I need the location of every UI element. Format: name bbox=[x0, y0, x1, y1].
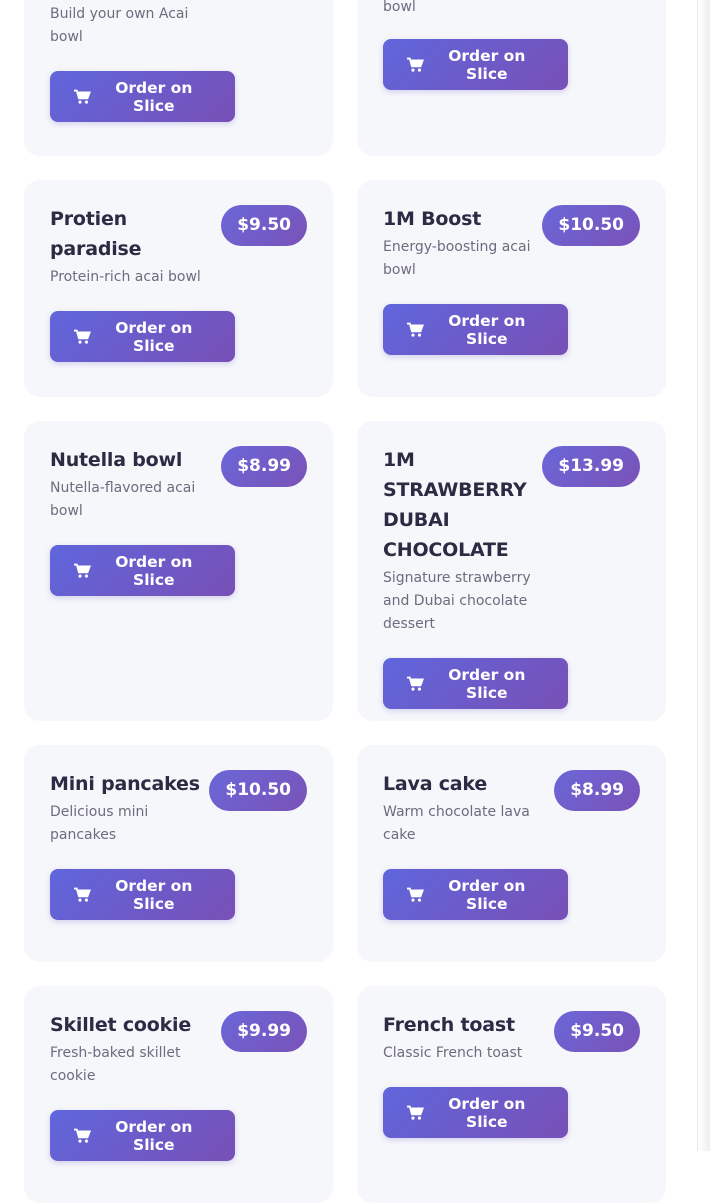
shopping-cart-icon bbox=[74, 563, 91, 578]
menu-item-description: Protein-rich acai bowl bbox=[50, 269, 201, 285]
order-on-slice-button[interactable]: Order on Slice bbox=[383, 304, 568, 355]
menu-item-card: 1M STRAWBERRY DUBAI CHOCOLATE Signature … bbox=[357, 421, 666, 721]
menu-item-title: Protien paradise bbox=[50, 208, 142, 260]
menu-item-info: Protien paradise Protein-rich acai bowl bbox=[50, 206, 221, 289]
menu-item-title: Lava cake bbox=[383, 773, 488, 795]
menu-item-info: Build your own Acai bowl bbox=[50, 1, 307, 49]
menu-item-card: Protien paradise Protein-rich acai bowl … bbox=[24, 180, 333, 397]
menu-item-header: 1M Boost Energy-boosting acai bowl $10.5… bbox=[383, 205, 640, 282]
price-badge: $9.50 bbox=[221, 205, 307, 246]
menu-item-card: French toast Classic French toast $9.50 … bbox=[357, 986, 666, 1203]
order-button-label: Order on Slice bbox=[115, 318, 193, 355]
order-on-slice-button[interactable]: Order on Slice bbox=[50, 71, 235, 122]
order-on-slice-button[interactable]: Order on Slice bbox=[383, 1087, 568, 1138]
order-button-label: Order on Slice bbox=[115, 876, 193, 913]
menu-item-header: Build your own Acai bowl bbox=[50, 1, 307, 49]
shopping-cart-icon bbox=[74, 89, 91, 104]
price-badge: $10.50 bbox=[542, 205, 640, 246]
menu-item-title: Skillet cookie bbox=[50, 1014, 192, 1036]
menu-item-header: Mini pancakes Delicious mini pancakes $1… bbox=[50, 770, 307, 847]
order-button-label: Order on Slice bbox=[448, 665, 526, 702]
menu-item-info: bowl bbox=[383, 0, 640, 19]
order-on-slice-button[interactable]: Order on Slice bbox=[383, 869, 568, 920]
menu-item-info: Mini pancakes Delicious mini pancakes bbox=[50, 771, 209, 847]
price-badge: $13.99 bbox=[542, 446, 640, 487]
order-button-label: Order on Slice bbox=[448, 46, 526, 83]
menu-item-info: 1M Boost Energy-boosting acai bowl bbox=[383, 206, 542, 282]
menu-item-header: Nutella bowl Nutella-flavored acai bowl … bbox=[50, 446, 307, 523]
menu-item-header: Skillet cookie Fresh-baked skillet cooki… bbox=[50, 1011, 307, 1088]
menu-item-description: Classic French toast bbox=[383, 1045, 523, 1061]
order-on-slice-button[interactable]: Order on Slice bbox=[383, 39, 568, 90]
menu-item-header: bowl bbox=[383, 0, 640, 19]
menu-item-description: Fresh-baked skillet cookie bbox=[50, 1045, 181, 1084]
menu-item-description: Delicious mini pancakes bbox=[50, 804, 149, 843]
menu-item-card: Build your own Acai bowl Order on Slice bbox=[24, 0, 333, 156]
order-button-label: Order on Slice bbox=[115, 78, 193, 115]
order-button-label: Order on Slice bbox=[448, 876, 526, 913]
menu-item-description: Energy-boosting acai bowl bbox=[383, 239, 531, 278]
shopping-cart-icon bbox=[407, 887, 424, 902]
menu-item-card: Mini pancakes Delicious mini pancakes $1… bbox=[24, 745, 333, 962]
menu-item-title: Nutella bowl bbox=[50, 449, 183, 471]
menu-item-title: French toast bbox=[383, 1014, 515, 1036]
order-on-slice-button[interactable]: Order on Slice bbox=[50, 869, 235, 920]
menu-item-header: 1M STRAWBERRY DUBAI CHOCOLATE Signature … bbox=[383, 446, 640, 636]
menu-item-title: 1M Boost bbox=[383, 208, 482, 230]
menu-item-header: Lava cake Warm chocolate lava cake $8.99 bbox=[383, 770, 640, 847]
menu-item-card: 1M Boost Energy-boosting acai bowl $10.5… bbox=[357, 180, 666, 397]
menu-grid: Build your own Acai bowl Order on Slice … bbox=[24, 0, 666, 1203]
menu-item-header: Protien paradise Protein-rich acai bowl … bbox=[50, 205, 307, 289]
menu-item-card: Lava cake Warm chocolate lava cake $8.99… bbox=[357, 745, 666, 962]
price-badge: $8.99 bbox=[554, 770, 640, 811]
price-badge: $8.99 bbox=[221, 446, 307, 487]
menu-item-description: Build your own Acai bowl bbox=[50, 6, 189, 45]
menu-item-card: Skillet cookie Fresh-baked skillet cooki… bbox=[24, 986, 333, 1203]
price-badge: $9.99 bbox=[221, 1011, 307, 1052]
order-on-slice-button[interactable]: Order on Slice bbox=[383, 658, 568, 709]
menu-item-title: 1M STRAWBERRY DUBAI CHOCOLATE bbox=[383, 449, 527, 561]
order-button-label: Order on Slice bbox=[448, 311, 526, 348]
order-on-slice-button[interactable]: Order on Slice bbox=[50, 545, 235, 596]
menu-item-info: 1M STRAWBERRY DUBAI CHOCOLATE Signature … bbox=[383, 447, 542, 636]
shopping-cart-icon bbox=[407, 1105, 424, 1120]
shopping-cart-icon bbox=[74, 329, 91, 344]
shopping-cart-icon bbox=[74, 887, 91, 902]
menu-item-info: Skillet cookie Fresh-baked skillet cooki… bbox=[50, 1012, 221, 1088]
menu-item-card: Nutella bowl Nutella-flavored acai bowl … bbox=[24, 421, 333, 721]
menu-item-info: Nutella bowl Nutella-flavored acai bowl bbox=[50, 447, 221, 523]
menu-item-description: Warm chocolate lava cake bbox=[383, 804, 530, 843]
menu-item-header: French toast Classic French toast $9.50 bbox=[383, 1011, 640, 1065]
menu-item-description: Nutella-flavored acai bowl bbox=[50, 480, 196, 519]
shopping-cart-icon bbox=[407, 676, 424, 691]
menu-item-info: French toast Classic French toast bbox=[383, 1012, 554, 1065]
order-button-label: Order on Slice bbox=[448, 1094, 526, 1131]
page-scrollbar[interactable] bbox=[697, 0, 710, 1151]
price-badge: $10.50 bbox=[209, 770, 307, 811]
menu-item-info: Lava cake Warm chocolate lava cake bbox=[383, 771, 554, 847]
order-button-label: Order on Slice bbox=[115, 552, 193, 589]
price-badge: $9.50 bbox=[554, 1011, 640, 1052]
menu-item-title: Mini pancakes bbox=[50, 773, 200, 795]
menu-item-card: bowl Order on Slice bbox=[357, 0, 666, 156]
order-on-slice-button[interactable]: Order on Slice bbox=[50, 311, 235, 362]
shopping-cart-icon bbox=[407, 322, 424, 337]
menu-item-description: bowl bbox=[383, 0, 416, 15]
shopping-cart-icon bbox=[407, 57, 424, 72]
shopping-cart-icon bbox=[74, 1128, 91, 1143]
order-on-slice-button[interactable]: Order on Slice bbox=[50, 1110, 235, 1161]
menu-item-description: Signature strawberry and Dubai chocolate… bbox=[383, 570, 531, 632]
order-button-label: Order on Slice bbox=[115, 1117, 193, 1154]
